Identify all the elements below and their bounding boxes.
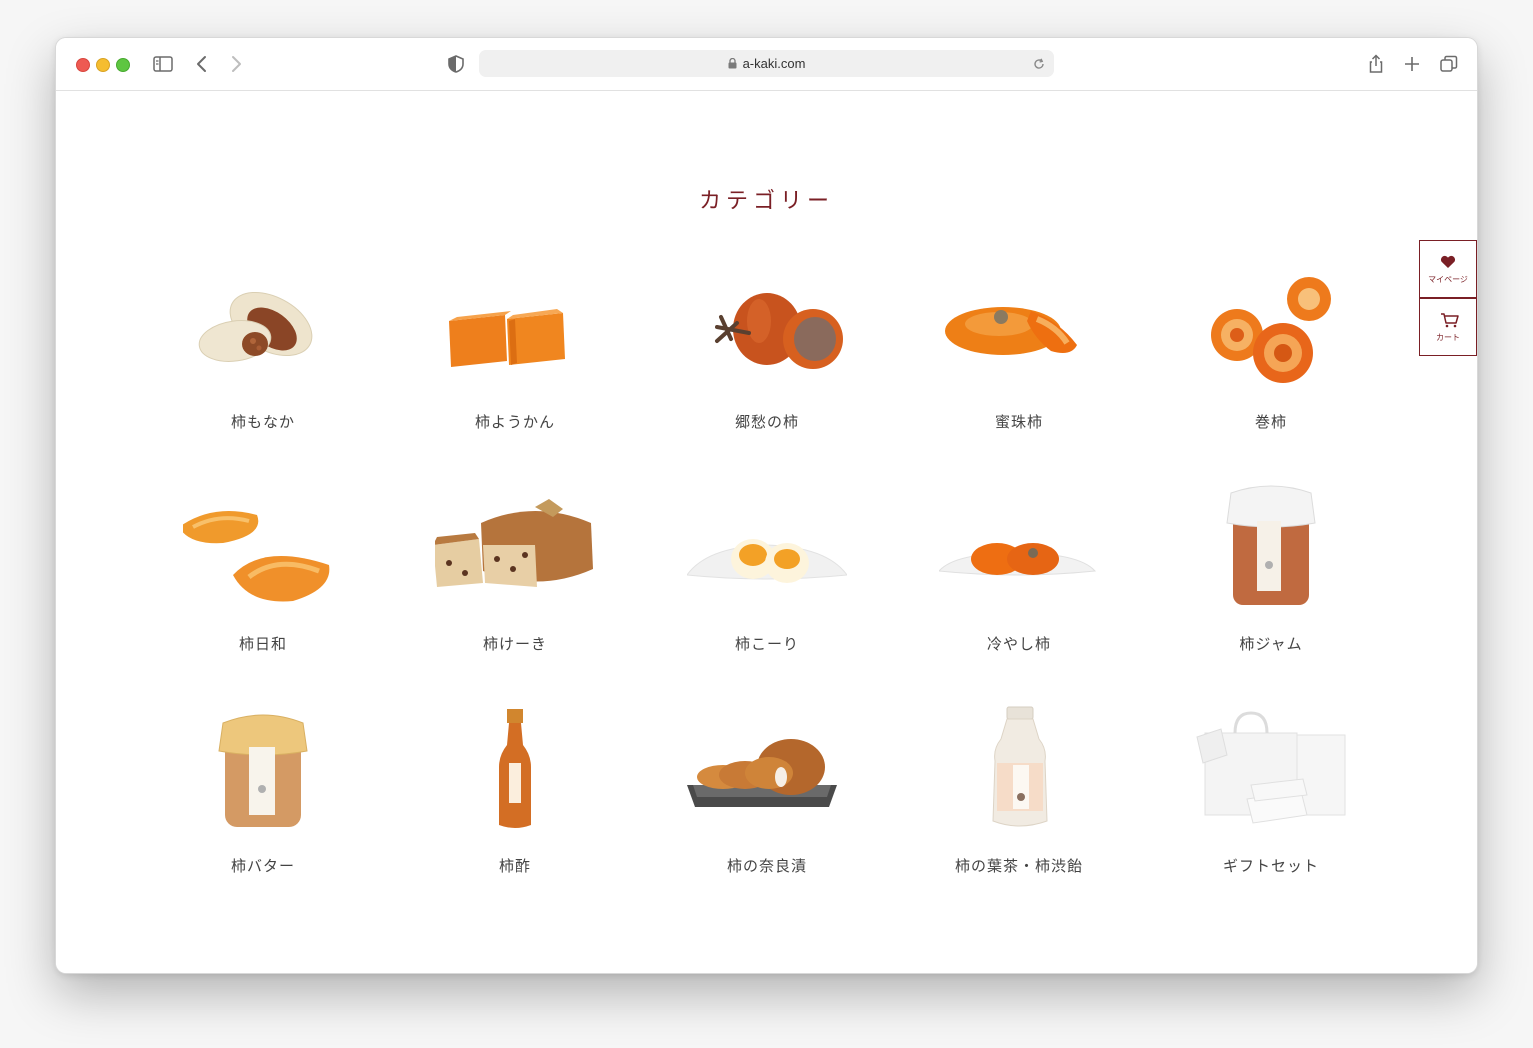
- dried-persimmon-image-icon: [687, 261, 847, 391]
- gift-bags-image-icon: [1191, 705, 1351, 835]
- kaki-biyori-image-icon: [183, 483, 343, 613]
- category-label: 柿もなか: [230, 413, 295, 431]
- ice-image-icon: [687, 483, 847, 613]
- category-label: 巻柿: [1254, 413, 1287, 431]
- section-title: カテゴリー: [698, 189, 834, 214]
- category-label: 柿の葉茶・柿渋飴: [954, 857, 1083, 875]
- chilled-image-icon: [939, 483, 1099, 613]
- new-tab-icon[interactable]: [1400, 52, 1424, 76]
- share-icon[interactable]: [1364, 52, 1388, 76]
- lock-icon: [728, 57, 737, 72]
- category-label: 柿ジャム: [1239, 635, 1303, 653]
- heart-icon: [1440, 254, 1456, 273]
- zoom-window-button[interactable]: [116, 58, 130, 72]
- cart-button[interactable]: カート: [1419, 298, 1477, 356]
- maki-kaki-image-icon: [1191, 261, 1351, 391]
- monaka-image-icon: [183, 261, 343, 391]
- shield-icon[interactable]: [444, 52, 468, 76]
- narazuke-image-icon: [687, 705, 847, 835]
- category-label: 冷やし柿: [986, 635, 1051, 653]
- butter-jar-image-icon: [183, 705, 343, 835]
- mitsutama-image-icon: [939, 261, 1099, 391]
- vinegar-bottle-image-icon: [435, 705, 595, 835]
- yokan-image-icon: [435, 261, 595, 391]
- browser-toolbar: a-kaki.com: [56, 38, 1477, 91]
- category-label: 柿の奈良漬: [726, 857, 807, 875]
- category-label: 郷愁の柿: [734, 413, 799, 431]
- category-label: 柿酢: [498, 857, 531, 875]
- back-icon[interactable]: [190, 52, 214, 76]
- forward-icon[interactable]: [224, 52, 248, 76]
- category-label: 柿けーき: [482, 635, 547, 653]
- minimize-window-button[interactable]: [96, 58, 110, 72]
- tabs-icon[interactable]: [1437, 52, 1461, 76]
- jam-jar-image-icon: [1191, 483, 1351, 613]
- category-label: 柿日和: [238, 635, 287, 653]
- sidebar-icon[interactable]: [151, 52, 175, 76]
- category-label: ギフトセット: [1222, 857, 1319, 875]
- close-window-button[interactable]: [76, 58, 90, 72]
- category-label: 柿ようかん: [474, 413, 555, 431]
- reload-icon[interactable]: [1032, 56, 1046, 75]
- page-content: カテゴリー 柿もなか 柿ようかん 郷愁の柿 蜜珠柿 巻柿 柿日和 柿けーき 柿こ…: [56, 91, 1477, 973]
- cart-label: カート: [1436, 333, 1460, 342]
- browser-window: a-kaki.com カテゴリー 柿もなか 柿ようかん 郷愁の柿 蜜珠柿 巻柿 …: [56, 38, 1477, 973]
- cart-icon: [1440, 312, 1460, 332]
- mypage-button[interactable]: マイページ: [1419, 240, 1477, 298]
- url-text: a-kaki.com: [742, 56, 806, 71]
- tea-bottle-image-icon: [939, 705, 1099, 835]
- mypage-label: マイページ: [1428, 275, 1468, 284]
- category-label: 蜜珠柿: [994, 413, 1043, 431]
- category-label: 柿こーり: [734, 635, 799, 653]
- address-bar[interactable]: a-kaki.com: [479, 50, 1054, 77]
- category-label: 柿バター: [230, 857, 295, 875]
- cake-image-icon: [435, 483, 595, 613]
